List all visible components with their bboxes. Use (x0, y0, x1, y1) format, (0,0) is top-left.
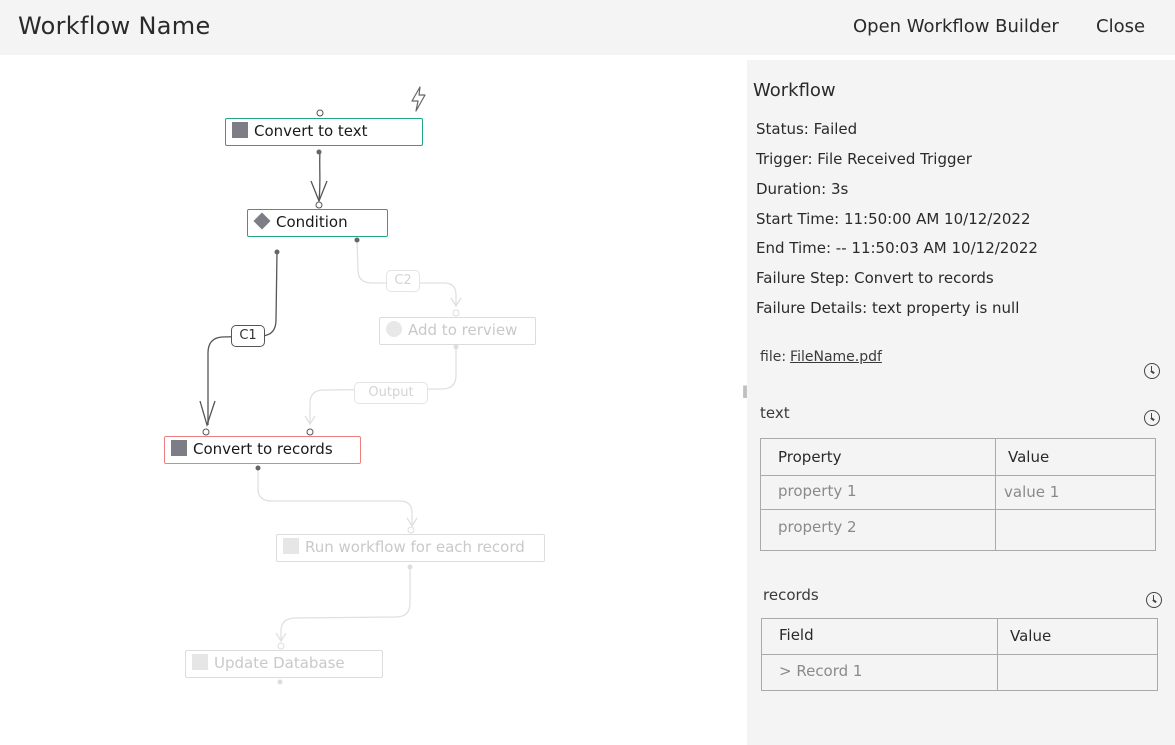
node-run-workflow-each-record[interactable]: Run workflow for each record (276, 534, 545, 562)
node-convert-to-records[interactable]: Convert to records (164, 436, 361, 464)
table-row[interactable]: property 2 (761, 510, 1155, 550)
column-header-value: Value (1010, 627, 1052, 645)
failure-details-text: Failure Details: text property is null (756, 299, 1020, 317)
value-cell (997, 655, 1014, 690)
column-header-field: Field (779, 626, 814, 644)
column-header-value: Value (1008, 448, 1050, 466)
workflow-canvas[interactable]: Convert to text Condition Add to rerview… (0, 55, 747, 745)
table-row[interactable]: property 1 value 1 (761, 476, 1155, 510)
edge-label-c2[interactable]: C2 (386, 270, 420, 292)
text-section-label: text (760, 404, 790, 422)
record-row[interactable]: > Record 1 (762, 655, 1157, 690)
page-title: Workflow Name (18, 12, 211, 40)
task-square-icon (283, 537, 299, 554)
task-square-icon (232, 121, 248, 138)
review-circle-icon (386, 320, 402, 337)
task-square-icon (192, 653, 208, 670)
node-label: Run workflow for each record (305, 538, 525, 556)
node-update-database[interactable]: Update Database (185, 650, 383, 678)
clock-icon[interactable] (1144, 363, 1160, 379)
file-row: file: FileName.pdf (760, 349, 882, 365)
end-time-text: End Time: -- 11:50:03 AM 10/12/2022 (756, 239, 1038, 257)
duration-text: Duration: 3s (756, 180, 849, 198)
table-header-row: Field Value (762, 619, 1157, 655)
workflow-details-panel: Workflow Status: Failed Trigger: File Re… (747, 60, 1175, 745)
lightning-bolt-icon (411, 86, 426, 112)
trigger-text: Trigger: File Received Trigger (756, 150, 972, 168)
node-convert-to-text[interactable]: Convert to text (225, 118, 423, 146)
node-label: Condition (276, 213, 348, 231)
property-cell: property 2 (778, 518, 857, 536)
node-label: Add to rerview (408, 321, 518, 339)
open-workflow-builder-button[interactable]: Open Workflow Builder (853, 16, 1059, 37)
record-expander[interactable]: > Record 1 (762, 655, 862, 690)
value-cell (995, 510, 1004, 550)
file-link[interactable]: FileName.pdf (790, 349, 882, 365)
condition-diamond-icon (253, 212, 271, 229)
edge-label-output[interactable]: Output (354, 382, 428, 404)
node-label: Convert to records (193, 440, 333, 458)
file-label: file: (760, 349, 787, 365)
start-time-text: Start Time: 11:50:00 AM 10/12/2022 (756, 210, 1031, 228)
table-header-row: Property Value (761, 439, 1155, 476)
column-header-property: Property (778, 448, 842, 466)
top-bar: Workflow Name Open Workflow Builder Clos… (0, 0, 1175, 55)
value-cell: value 1 (1004, 483, 1060, 501)
node-label: Update Database (214, 654, 345, 672)
close-button[interactable]: Close (1096, 16, 1145, 37)
node-condition[interactable]: Condition (247, 209, 388, 237)
edge-label-c1[interactable]: C1 (231, 325, 265, 347)
property-cell: property 1 (778, 482, 857, 500)
task-square-icon (171, 439, 187, 456)
records-section-label: records (763, 586, 819, 604)
failure-step-text: Failure Step: Convert to records (756, 269, 994, 287)
node-add-to-review[interactable]: Add to rerview (379, 317, 536, 345)
clock-icon[interactable] (1146, 592, 1162, 608)
node-label: Convert to text (254, 122, 368, 140)
panel-title: Workflow (753, 80, 836, 101)
records-table: Field Value > Record 1 (761, 618, 1158, 691)
status-text: Status: Failed (756, 120, 858, 138)
text-properties-table: Property Value property 1 value 1 proper… (760, 438, 1156, 551)
clock-icon[interactable] (1144, 410, 1160, 426)
